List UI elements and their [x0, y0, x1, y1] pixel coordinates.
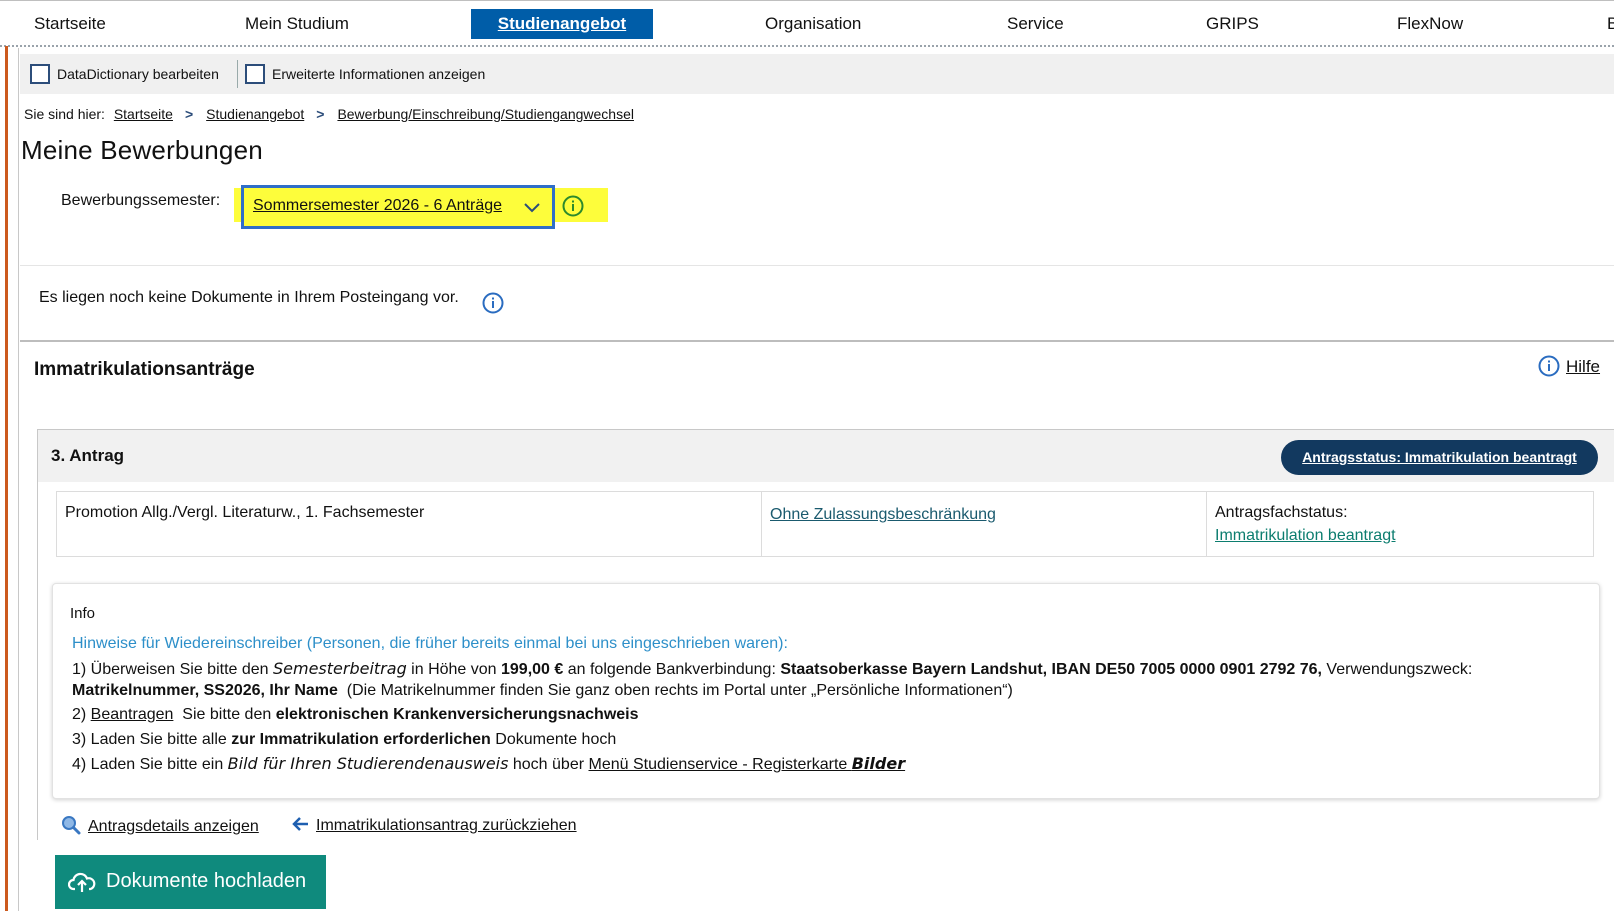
extended-info-toggle[interactable]: Erweiterte Informationen anzeigen [245, 63, 485, 85]
admission-link[interactable]: Ohne Zulassungsbeschränkung [770, 506, 996, 524]
info-line-5: 4) Laden Sie bitte ein Bild für Ihren St… [72, 754, 905, 774]
chevron-right-icon: > [316, 106, 325, 122]
info-text: hoch über [508, 756, 589, 773]
chevron-down-icon [524, 203, 540, 213]
extended-info-label: Erweiterte Informationen anzeigen [272, 66, 486, 82]
study-program: Promotion Allg./Vergl. Literaturw., 1. F… [65, 504, 425, 521]
datadictionary-label: DataDictionary bearbeiten [57, 66, 219, 82]
info-text: in Höhe von [406, 661, 501, 678]
application-title: 3. Antrag [51, 446, 125, 465]
info-text-italic: Semesterbeitrag [273, 659, 407, 678]
nav-item-mein-studium[interactable]: Mein Studium [245, 9, 349, 39]
nav-divider [0, 45, 1614, 47]
section-heading: Immatrikulationsanträge [34, 359, 255, 380]
datadictionary-toggle[interactable]: DataDictionary bearbeiten [30, 63, 219, 85]
info-text-bold: Matrikelnummer, SS2026, Ihr Name [72, 682, 338, 699]
info-text: an folgende Bankverbindung: [563, 661, 781, 678]
info-text-bold: zur Immatrikulation erforderlichen [231, 731, 491, 748]
nav-item-grips[interactable]: GRIPS [1206, 9, 1259, 39]
info-heading: Hinweise für Wiedereinschreiber (Persone… [72, 635, 788, 652]
info-box: Info Hinweise für Wiedereinschreiber (Pe… [52, 583, 1600, 799]
info-text: 3) Laden Sie bitte alle [72, 731, 232, 748]
beantragen-link[interactable]: Beantragen [91, 706, 174, 723]
info-line-2: Matrikelnummer, SS2026, Ihr Name (Die Ma… [72, 682, 1013, 700]
semester-label: Bewerbungssemester: [61, 192, 221, 209]
application-details-link[interactable]: Antragsdetails anzeigen [61, 816, 259, 837]
studienservice-link[interactable]: Menü Studienservice - Registerkarte Bild… [588, 754, 906, 773]
divider [20, 340, 1614, 342]
search-icon [62, 816, 81, 835]
info-title: Info [70, 605, 96, 622]
bilder-link-text: Bilder [851, 754, 906, 773]
info-line-3: 2) Beantragen Sie bitte den elektronisch… [72, 706, 639, 724]
application-header: 3. Antrag Antragsstatus: Immatrikulation… [38, 430, 1614, 482]
help-link[interactable]: Hilfe [1538, 355, 1601, 379]
breadcrumb-studienangebot[interactable]: Studienangebot [206, 106, 304, 122]
toolbar-separator [237, 60, 238, 88]
nav-item-more[interactable]: B [1607, 9, 1614, 39]
info-text: Verwendungszweck: [1321, 661, 1473, 678]
application-details-label: Antragsdetails anzeigen [88, 818, 259, 836]
info-text: Sie bitte den [173, 706, 276, 723]
nav-item-flexnow[interactable]: FlexNow [1397, 9, 1463, 39]
withdraw-application-link[interactable]: Immatrikulationsantrag zurückziehen [291, 817, 577, 835]
studienservice-link-text: Menü Studienservice - Registerkarte [588, 756, 852, 773]
info-icon [1538, 355, 1560, 377]
table-cell: Antragsfachstatus: Immatrikulation beant… [1207, 492, 1593, 556]
left-border-line [18, 48, 19, 911]
breadcrumb-prefix: Sie sind hier: [24, 106, 105, 122]
semester-selected-value: Sommersemester 2026 - 6 Anträge [253, 197, 503, 214]
help-label: Hilfe [1566, 357, 1601, 377]
info-line-4: 3) Laden Sie bitte alle zur Immatrikulat… [72, 731, 616, 749]
info-text-bold: elektronischen Krankenversicherungsnachw… [275, 706, 639, 723]
breadcrumb: Sie sind hier: Startseite > Studienangebot… [24, 106, 634, 122]
info-text-bold: Staatsoberkasse Bayern Landshut, IBAN DE… [780, 661, 1322, 678]
cloud-upload-icon [68, 872, 96, 892]
info-text: (Die Matrikelnummer finden Sie ganz oben… [337, 682, 1013, 699]
semester-select[interactable]: Sommersemester 2026 - 6 Anträge [241, 185, 555, 229]
inbox-message: Es liegen noch keine Dokumente in Ihrem … [39, 289, 459, 306]
info-text: 2) [72, 706, 91, 723]
nav-item-organisation[interactable]: Organisation [765, 9, 861, 39]
info-text-bold: 199,00 € [501, 661, 564, 678]
arrow-left-icon [292, 817, 308, 831]
extended-info-checkbox[interactable] [245, 64, 265, 85]
nav-item-studienangebot[interactable]: Studienangebot [471, 9, 653, 39]
withdraw-application-label: Immatrikulationsantrag zurückziehen [316, 817, 577, 835]
nav-item-service[interactable]: Service [1007, 9, 1064, 39]
divider [20, 265, 1614, 266]
info-text: Dokumente hoch [490, 731, 617, 748]
subject-status-label: Antragsfachstatus: [1215, 504, 1348, 521]
upload-documents-button[interactable]: Dokumente hochladen [55, 855, 326, 909]
info-line-1: 1) Überweisen Sie bitte den Semesterbeit… [72, 659, 1472, 679]
subject-status-link[interactable]: Immatrikulation beantragt [1215, 527, 1396, 545]
table-cell: Ohne Zulassungsbeschränkung [762, 492, 1207, 556]
left-accent-bar [5, 46, 8, 911]
chevron-right-icon: > [184, 106, 194, 122]
info-icon[interactable] [562, 195, 584, 217]
info-text: 1) Überweisen Sie bitte den [72, 661, 273, 678]
info-text: 4) Laden Sie bitte ein [72, 756, 228, 773]
table-cell: Promotion Allg./Vergl. Literaturw., 1. F… [57, 492, 762, 556]
breadcrumb-startseite[interactable]: Startseite [114, 106, 173, 122]
toolbar: DataDictionary bearbeiten Erweiterte Inf… [20, 54, 1614, 94]
datadictionary-checkbox[interactable] [30, 64, 50, 85]
upload-documents-label: Dokumente hochladen [106, 870, 307, 892]
info-icon[interactable] [482, 292, 504, 314]
top-navigation: Startseite Mein Studium Studienangebot O… [0, 0, 1614, 47]
info-text-italic: Bild für Ihren Studierendenausweis [227, 754, 509, 773]
application-status-button[interactable]: Antragsstatus: Immatrikulation beantragt [1281, 440, 1598, 475]
nav-item-startseite[interactable]: Startseite [34, 9, 106, 39]
breadcrumb-bewerbung[interactable]: Bewerbung/Einschreibung/Studiengangwechs… [337, 106, 634, 122]
application-details-table: Promotion Allg./Vergl. Literaturw., 1. F… [56, 491, 1594, 557]
page-title: Meine Bewerbungen [21, 135, 263, 165]
